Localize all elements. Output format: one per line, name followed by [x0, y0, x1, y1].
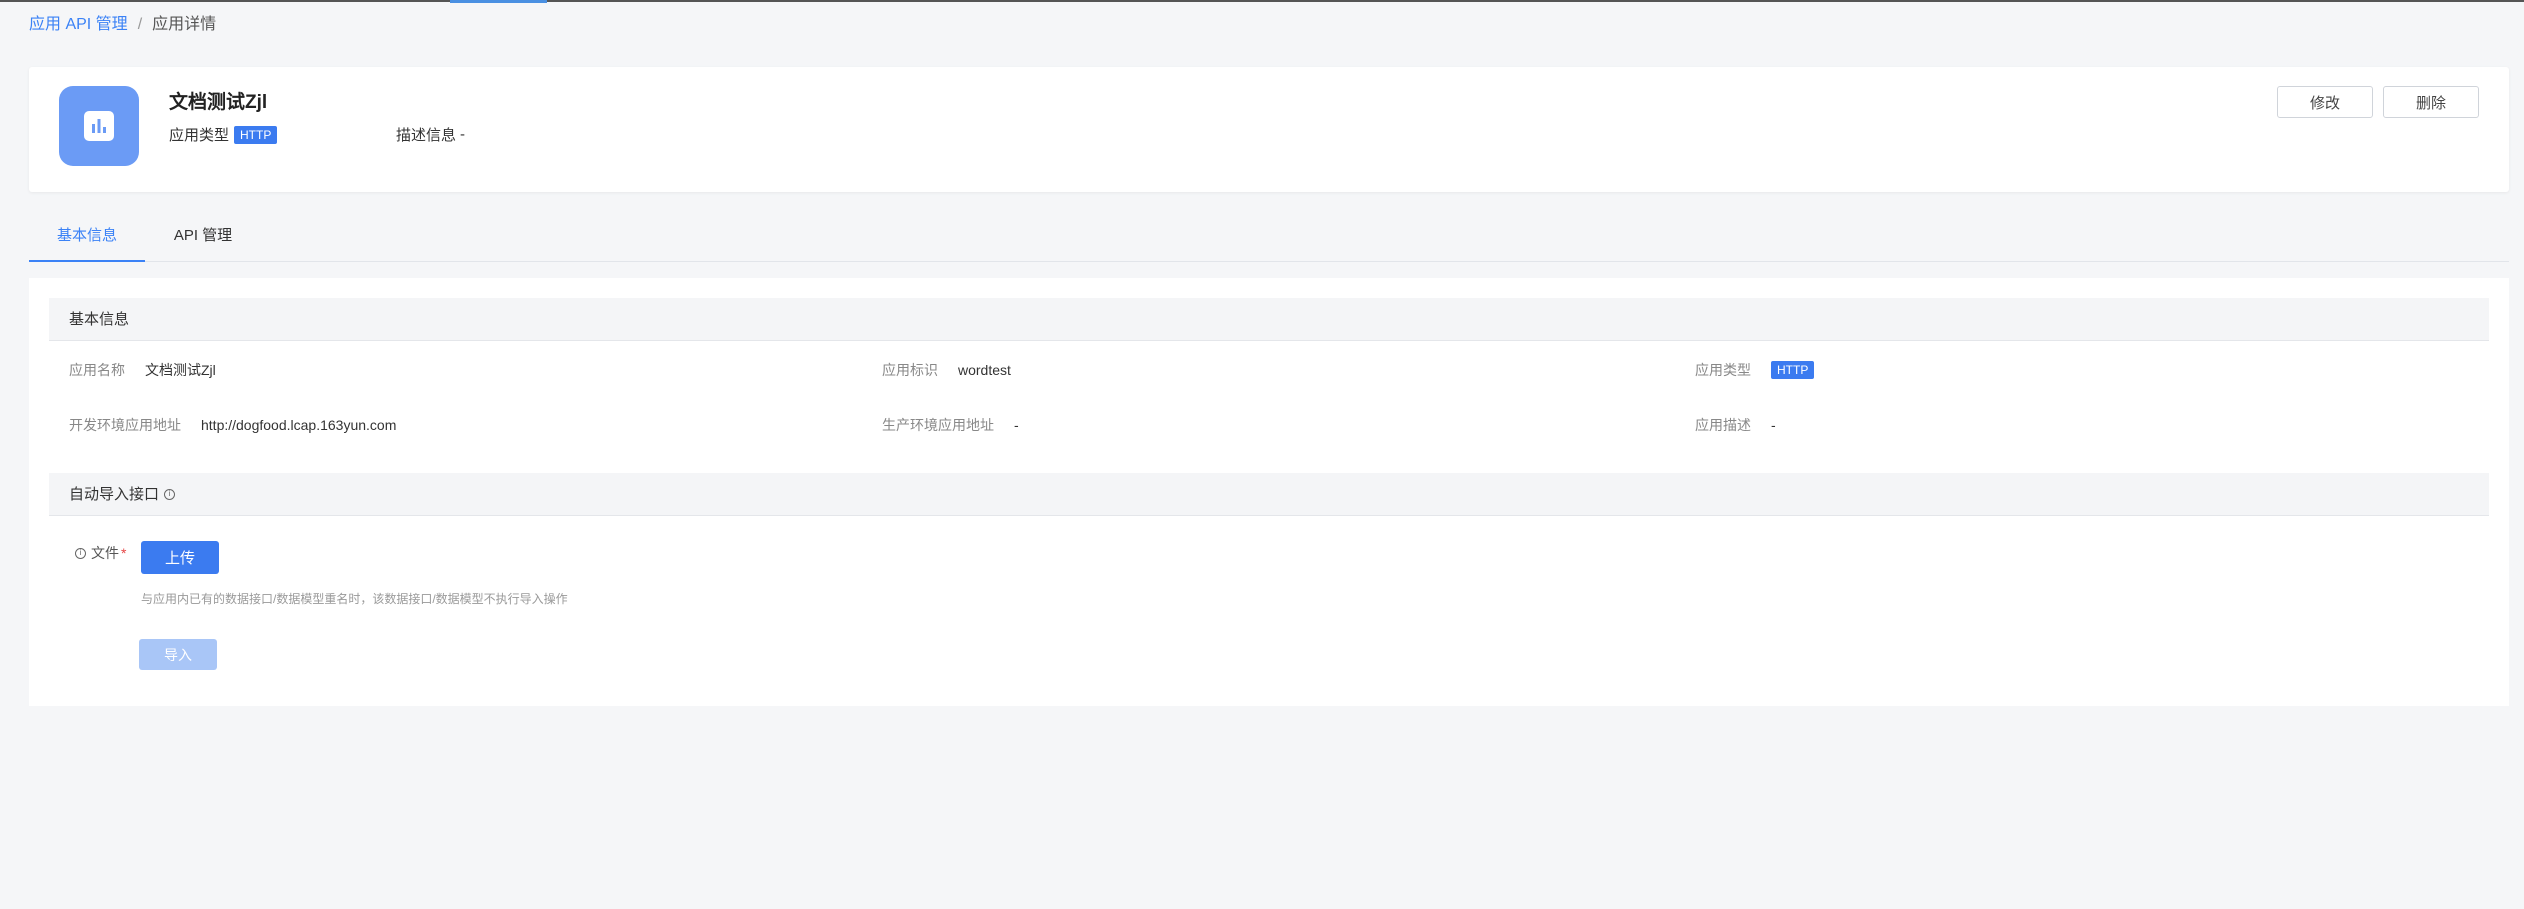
field-value: wordtest: [958, 362, 1011, 378]
field-type-tag: HTTP: [1771, 361, 1815, 379]
field-value: -: [1771, 417, 1776, 433]
app-type-tag: HTTP: [234, 125, 278, 144]
field-label: 应用类型: [1695, 362, 1751, 378]
field-label: 生产环境应用地址: [882, 417, 994, 433]
field-value: -: [1014, 417, 1019, 433]
field-value: 文档测试Zjl: [145, 362, 216, 378]
app-desc-label: 描述信息: [396, 127, 457, 144]
import-hint: 与应用内已有的数据接口/数据模型重名时，该数据接口/数据模型不执行导入操作: [141, 592, 568, 606]
tab-bar: 基本信息 API 管理: [29, 218, 2509, 262]
app-header-card: 文档测试Zjl 应用类型 HTTP 描述信息 - 修改 删除: [29, 67, 2509, 192]
field-label: 开发环境应用地址: [69, 417, 181, 433]
breadcrumb-link-app-api[interactable]: 应用 API 管理: [29, 15, 128, 35]
tab-basic-info[interactable]: 基本信息: [29, 218, 145, 262]
loading-progress: [450, 0, 547, 3]
field-prod-url: 生产环境应用地址 -: [882, 415, 1019, 435]
field-app-type: 应用类型 HTTP: [1695, 360, 1815, 380]
edit-button[interactable]: 修改: [2277, 86, 2373, 118]
field-label: 应用标识: [882, 362, 938, 378]
info-icon[interactable]: i: [164, 488, 176, 500]
section-basic-info-title: 基本信息: [69, 310, 130, 328]
file-field: i 文件 *: [75, 543, 126, 563]
section-auto-import-header: 自动导入接口 i: [49, 473, 2489, 516]
section-auto-import-title: 自动导入接口: [69, 485, 160, 503]
import-button[interactable]: 导入: [139, 639, 217, 670]
breadcrumb-current: 应用详情: [152, 16, 217, 33]
field-app-description: 应用描述 -: [1695, 415, 1776, 435]
app-title: 文档测试Zjl: [169, 92, 268, 113]
field-label: 应用描述: [1695, 417, 1751, 433]
field-value: http://dogfood.lcap.163yun.com: [201, 417, 397, 433]
field-app-identifier: 应用标识 wordtest: [882, 360, 1011, 380]
section-basic-info-header: 基本信息: [49, 298, 2489, 341]
field-app-name: 应用名称 文档测试Zjl: [69, 360, 216, 380]
content-card: 基本信息 应用名称 文档测试Zjl 应用标识 wordtest 应用类型 HTT…: [29, 278, 2509, 706]
field-label: 应用名称: [69, 362, 125, 378]
app-avatar: [59, 86, 139, 166]
delete-button[interactable]: 删除: [2383, 86, 2479, 118]
required-marker: *: [121, 545, 127, 561]
breadcrumb: 应用 API 管理 / 应用详情: [29, 15, 216, 35]
info-icon[interactable]: i: [75, 547, 86, 559]
app-desc-meta: 描述信息 -: [396, 124, 465, 145]
bar-chart-icon: [84, 111, 114, 141]
breadcrumb-separator: /: [137, 16, 143, 33]
app-type-meta: 应用类型 HTTP: [169, 124, 278, 145]
tab-api-management[interactable]: API 管理: [145, 218, 261, 262]
app-type-label: 应用类型: [169, 127, 230, 144]
upload-button[interactable]: 上传: [141, 541, 219, 574]
file-label: 文件: [91, 545, 119, 561]
app-desc-value: -: [460, 126, 466, 143]
top-loading-bar: [0, 0, 2524, 3]
field-dev-url: 开发环境应用地址 http://dogfood.lcap.163yun.com: [69, 415, 396, 435]
